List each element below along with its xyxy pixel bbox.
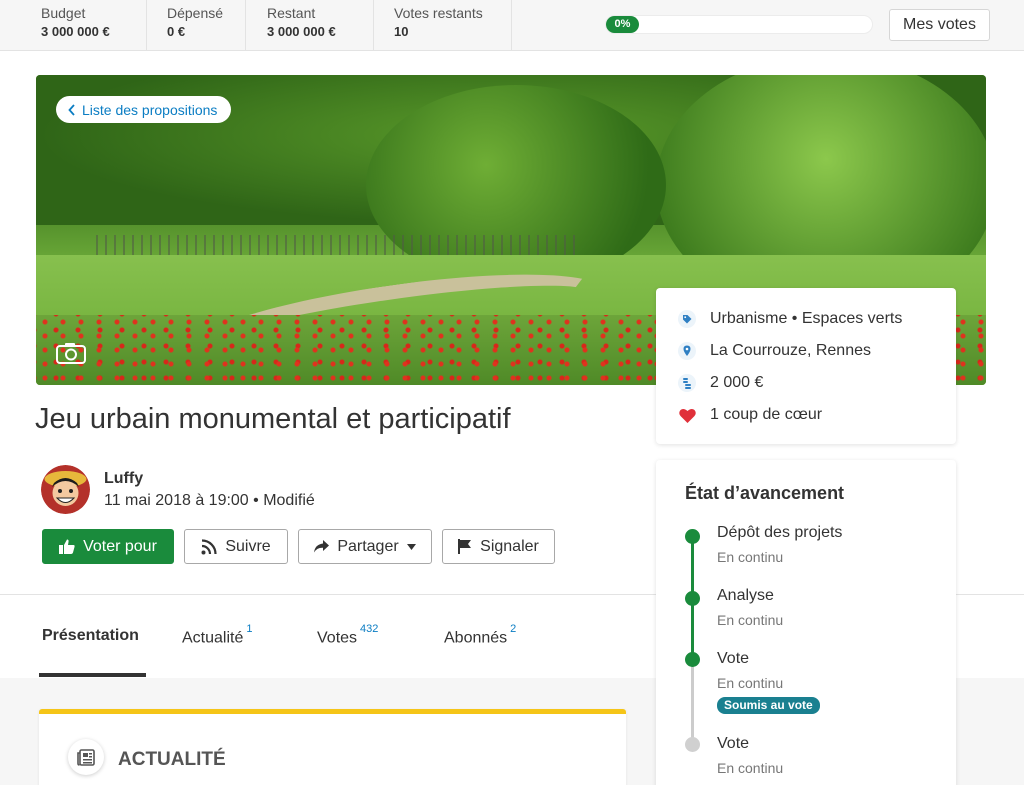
author-name[interactable]: Luffy	[104, 470, 143, 488]
flag-icon	[458, 539, 472, 554]
progress-fill: 0%	[606, 16, 639, 33]
cost-row: 2 000 €	[678, 374, 763, 392]
step-name: Vote	[717, 735, 750, 752]
news-title: ACTUALITÉ	[118, 749, 226, 770]
proposal-info-card: Urbanisme • Espaces verts La Courrouze, …	[656, 288, 956, 444]
budget-bar: Budget 3 000 000 € Dépensé 0 € Restant 3…	[0, 0, 1024, 51]
remaining-cell: Restant 3 000 000 €	[246, 0, 374, 50]
remaining-value: 3 000 000 €	[267, 24, 336, 39]
tab-count: 2	[510, 623, 517, 635]
votes-remaining-cell: Votes restants 10	[374, 0, 512, 50]
newspaper-icon	[68, 739, 104, 775]
share-icon	[314, 540, 330, 553]
proposal-title: Jeu urbain monumental et participatif	[35, 403, 511, 435]
avatar[interactable]	[41, 465, 90, 514]
step-name: Dépôt des projets	[717, 524, 843, 541]
favorites-text: 1 coup de cœur	[710, 406, 823, 423]
caret-down-icon	[406, 543, 416, 550]
news-card: ACTUALITÉ	[39, 709, 626, 785]
spent-cell: Dépensé 0 €	[147, 0, 246, 50]
step-dot-done	[685, 529, 700, 544]
location-row: La Courrouze, Rennes	[678, 342, 871, 360]
progress-steps-card: État d’avancement Dépôt des projets En c…	[656, 460, 956, 785]
location-text[interactable]: La Courrouze, Rennes	[710, 342, 871, 360]
steps-title: État d’avancement	[685, 483, 845, 503]
back-to-list-link[interactable]: Liste des propositions	[56, 96, 232, 123]
share-button[interactable]: Partager	[298, 529, 432, 564]
tab-label: Présentation	[42, 627, 139, 644]
spent-value: 0 €	[167, 24, 186, 39]
step-name: Vote	[717, 650, 750, 667]
tag-icon	[678, 310, 696, 328]
tab-abonnes[interactable]: Abonnés2	[444, 623, 516, 647]
step-sub: En continu	[717, 612, 784, 628]
budget-progress-bar: 0%	[605, 15, 873, 34]
heart-icon	[678, 406, 696, 424]
tab-presentation[interactable]: Présentation	[42, 627, 139, 645]
tab-count: 432	[360, 623, 379, 635]
tab-count: 1	[246, 623, 253, 635]
report-label: Signaler	[480, 537, 539, 555]
step-sub: En continu	[717, 760, 784, 776]
step-dot-done	[685, 591, 700, 606]
my-votes-button[interactable]: Mes votes	[889, 9, 990, 41]
step-sub: En continu	[717, 549, 784, 565]
step-line-todo	[691, 660, 694, 748]
step-sub: En continu	[717, 675, 784, 691]
votes-remaining-value: 10	[394, 24, 409, 39]
budget-label: Budget	[41, 5, 86, 21]
vote-label: Voter pour	[83, 537, 157, 555]
step-name: Analyse	[717, 587, 774, 604]
cost-text: 2 000 €	[710, 374, 764, 391]
back-label: Liste des propositions	[82, 101, 218, 118]
chevron-left-icon	[68, 103, 75, 116]
spent-label: Dépensé	[167, 5, 224, 21]
thumbs-up-icon	[59, 539, 75, 554]
coins-icon	[678, 374, 696, 392]
step-dot-current	[685, 652, 700, 667]
category-row: Urbanisme • Espaces verts	[678, 310, 902, 328]
tab-votes[interactable]: Votes432	[317, 623, 378, 647]
remaining-label: Restant	[267, 5, 316, 21]
tab-label: Actualité	[182, 629, 244, 647]
report-button[interactable]: Signaler	[442, 529, 555, 564]
votes-remaining-label: Votes restants	[394, 5, 483, 21]
favorites-row: 1 coup de cœur	[678, 406, 822, 424]
tab-label: Votes	[317, 629, 358, 647]
tab-label: Abonnés	[444, 629, 508, 647]
proposal-date: 11 mai 2018 à 19:00 • Modifié	[104, 492, 315, 509]
camera-icon	[56, 343, 86, 364]
budget-value: 3 000 000 €	[41, 24, 110, 39]
follow-button[interactable]: Suivre	[184, 529, 288, 564]
step-dot-todo	[685, 737, 700, 752]
active-tab-indicator	[39, 673, 146, 677]
budget-cell: Budget 3 000 000 €	[0, 0, 147, 50]
vote-button[interactable]: Voter pour	[42, 529, 174, 564]
map-pin-icon	[678, 342, 696, 360]
category-text[interactable]: Urbanisme • Espaces verts	[710, 310, 902, 328]
tab-actualite[interactable]: Actualité1	[182, 623, 253, 647]
follow-label: Suivre	[225, 537, 271, 555]
status-badge: Soumis au vote	[717, 697, 820, 714]
share-label: Partager	[337, 537, 399, 555]
rss-icon	[201, 538, 217, 554]
